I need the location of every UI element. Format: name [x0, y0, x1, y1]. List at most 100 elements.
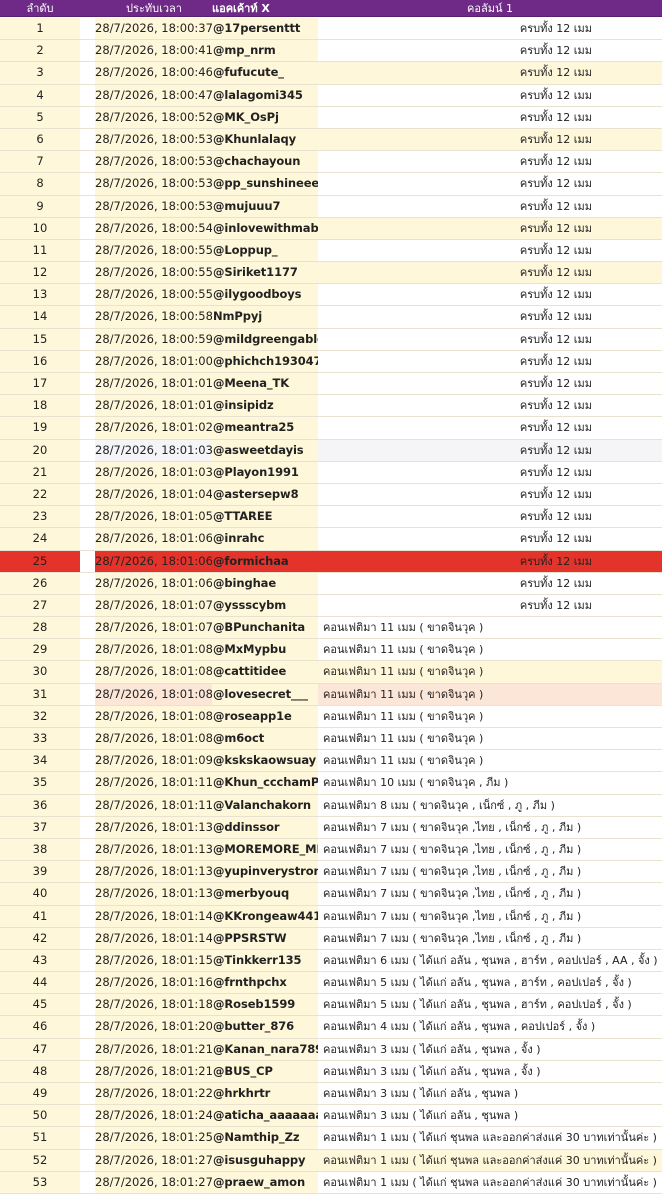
cell-column-1[interactable]: ครบทั้ง 12 เมม	[318, 328, 662, 350]
table-row[interactable]: 28 28/7/2026, 18:01:07 @BPunchanita คอนเฟติ…	[0, 617, 662, 640]
cell-no[interactable]: 37	[0, 816, 80, 838]
cell-account[interactable]: @ilygoodboys	[212, 284, 318, 306]
cell-timestamp[interactable]: 28/7/2026, 18:01:08	[95, 728, 212, 750]
cell-column-1[interactable]: คอนเฟติมา 3 เมม ( ได้แก่ อลัน , ชุนพล )	[318, 1105, 662, 1127]
table-row[interactable]: 41 28/7/2026, 18:01:14 @KKrongeaw4413 คอนเฟ…	[0, 905, 662, 928]
cell-column-1[interactable]: ครบทั้ง 12 เมม	[318, 84, 662, 106]
table-row[interactable]: 7 28/7/2026, 18:00:53 @chachayoun ครบทั้ง 1…	[0, 151, 662, 174]
cell-column-1[interactable]: คอนเฟติมา 7 เมม ( ขาดจินวุค ,ไทย , เน็กซ…	[318, 883, 662, 905]
table-row[interactable]: 47 28/7/2026, 18:01:21 @Kanan_nara789 คอนเฟ…	[0, 1038, 662, 1061]
cell-account[interactable]: @17persenttt	[212, 18, 318, 40]
table-row[interactable]: 38 28/7/2026, 18:01:13 @MOREMORE_MM คอนเฟติ…	[0, 838, 662, 862]
header-account[interactable]: แอคเค้าท์ X	[212, 0, 318, 17]
cell-column-1[interactable]: คอนเฟติมา 5 เมม ( ได้แก่ อลัน , ชุนพล , …	[318, 994, 662, 1016]
cell-no[interactable]: 41	[0, 905, 80, 927]
cell-no[interactable]: 35	[0, 772, 80, 794]
cell-account[interactable]: @Namthip_Zz	[212, 1127, 318, 1149]
cell-column-1[interactable]: คอนเฟติมา 4 เมม ( ได้แก่ อลัน , ชุนพล , …	[318, 1016, 662, 1038]
cell-account[interactable]: @inlovewithmaboo	[212, 217, 318, 239]
table-row[interactable]: 27 28/7/2026, 18:01:07 @yssscybm ครบทั้ง 12…	[0, 594, 662, 618]
table-row[interactable]: 36 28/7/2026, 18:01:11 @Valanchakorn คอนเฟต…	[0, 794, 662, 817]
table-row[interactable]: 45 28/7/2026, 18:01:18 @Roseb1599 คอนเฟติมา…	[0, 994, 662, 1017]
table-row[interactable]: 5 28/7/2026, 18:00:52 @MK_OsPj ครบทั้ง 12 เ…	[0, 106, 662, 129]
cell-timestamp[interactable]: 28/7/2026, 18:01:21	[95, 1060, 212, 1082]
cell-column-1[interactable]: ครบทั้ง 12 เมม	[318, 483, 662, 506]
cell-timestamp[interactable]: 28/7/2026, 18:01:16	[95, 972, 212, 994]
cell-column-1[interactable]: คอนเฟติมา 8 เมม ( ขาดจินวุค , เน็กซ์ , ภ…	[318, 794, 662, 816]
cell-account[interactable]: @BPunchanita	[212, 617, 318, 639]
table-row[interactable]: 31 28/7/2026, 18:01:08 @lovesecret___ คอนเฟ…	[0, 683, 662, 706]
cell-timestamp[interactable]: 28/7/2026, 18:01:01	[95, 373, 212, 395]
cell-account[interactable]: @binghae	[212, 572, 318, 594]
header-timestamp[interactable]: ประทับเวลา	[95, 0, 213, 17]
cell-timestamp[interactable]: 28/7/2026, 18:01:13	[95, 838, 212, 861]
cell-timestamp[interactable]: 28/7/2026, 18:01:09	[95, 750, 212, 772]
cell-account[interactable]: @PPSRSTW	[212, 927, 318, 949]
cell-timestamp[interactable]: 28/7/2026, 18:00:59	[95, 328, 212, 350]
table-row[interactable]: 23 28/7/2026, 18:01:05 @TTAREE ครบทั้ง 12 เ…	[0, 506, 662, 529]
header-no[interactable]: ลำดับ	[0, 0, 80, 17]
table-row[interactable]: 34 28/7/2026, 18:01:09 @kskskaowsuay คอนเฟต…	[0, 750, 662, 773]
cell-no[interactable]: 52	[0, 1149, 80, 1171]
table-row[interactable]: 16 28/7/2026, 18:01:00@phichch19304731ครบ…	[0, 350, 662, 373]
cell-column-1[interactable]: คอนเฟติมา 7 เมม ( ขาดจินวุค ,ไทย , เน็กซ…	[318, 927, 662, 949]
cell-column-1[interactable]: คอนเฟติมา 3 เมม ( ได้แก่ อลัน , ชุนพล , …	[318, 1038, 662, 1060]
table-row[interactable]: 22 28/7/2026, 18:01:04 @astersepw8 ครบทั้ง …	[0, 483, 662, 507]
cell-no[interactable]: 20	[0, 439, 80, 461]
cell-timestamp[interactable]: 28/7/2026, 18:01:20	[95, 1016, 212, 1038]
cell-account[interactable]: @insipidz	[212, 395, 318, 417]
cell-account[interactable]: @isusguhappy	[212, 1149, 318, 1171]
cell-no[interactable]: 26	[0, 572, 80, 594]
table-row[interactable]: 26 28/7/2026, 18:01:06 @binghae ครบทั้ง 12 …	[0, 572, 662, 595]
cell-no[interactable]: 47	[0, 1038, 80, 1060]
cell-no[interactable]: 2	[0, 40, 80, 62]
cell-no[interactable]: 17	[0, 373, 80, 395]
cell-column-1[interactable]: ครบทั้ง 12 เมม	[318, 550, 662, 572]
cell-account[interactable]: @butter_876	[212, 1016, 318, 1038]
cell-column-1[interactable]: ครบทั้ง 12 เมม	[318, 217, 662, 239]
cell-account[interactable]: @merbyouq	[212, 883, 318, 905]
cell-account[interactable]: @lovesecret___	[212, 683, 318, 705]
table-row[interactable]: 51 28/7/2026, 18:01:25 @Namthip_Zz คอนเฟติม…	[0, 1127, 662, 1150]
cell-column-1[interactable]: ครบทั้ง 12 เมม	[318, 151, 662, 173]
cell-no[interactable]: 46	[0, 1016, 80, 1038]
cell-account[interactable]: @frnthpchx	[212, 972, 318, 994]
cell-no[interactable]: 5	[0, 106, 80, 128]
cell-timestamp[interactable]: 28/7/2026, 18:01:02	[95, 417, 212, 439]
cell-column-1[interactable]: ครบทั้ง 12 เมม	[318, 128, 662, 151]
cell-account[interactable]: @Siriket1177	[212, 262, 318, 284]
cell-column-1[interactable]: ครบทั้ง 12 เมม	[318, 40, 662, 62]
cell-no[interactable]: 53	[0, 1171, 80, 1193]
cell-account[interactable]: @Playon1991	[212, 461, 318, 483]
cell-account[interactable]: @Khunlalaqy	[212, 128, 318, 151]
cell-column-1[interactable]: คอนเฟติมา 7 เมม ( ขาดจินวุค ,ไทย , เน็กซ…	[318, 861, 662, 883]
cell-timestamp[interactable]: 28/7/2026, 18:00:53	[95, 195, 212, 217]
table-row[interactable]: 18 28/7/2026, 18:01:01 @insipidz ครบทั้ง 12…	[0, 395, 662, 418]
cell-column-1[interactable]: ครบทั้ง 12 เมม	[318, 417, 662, 439]
table-row[interactable]: 20 28/7/2026, 18:01:03 @asweetdayis ครบทั้ง…	[0, 439, 662, 462]
cell-column-1[interactable]: ครบทั้ง 12 เมม	[318, 306, 662, 328]
cell-column-1[interactable]: ครบทั้ง 12 เมม	[318, 528, 662, 550]
cell-account[interactable]: @MK_OsPj	[212, 106, 318, 128]
table-row[interactable]: 42 28/7/2026, 18:01:14 @PPSRSTW คอนเฟติมา 7…	[0, 927, 662, 950]
cell-no[interactable]: 36	[0, 794, 80, 816]
table-row[interactable]: 1 28/7/2026, 18:00:37 @17persenttt ครบทั้ง …	[0, 18, 662, 41]
cell-column-1[interactable]: คอนเฟติมา 10 เมม ( ขาดจินวุค , ภีม )	[318, 772, 662, 794]
cell-timestamp[interactable]: 28/7/2026, 18:01:06	[95, 528, 212, 550]
table-row[interactable]: 24 28/7/2026, 18:01:06 @inrahc ครบทั้ง 12 เ…	[0, 528, 662, 551]
cell-column-1[interactable]: ครบทั้ง 12 เมม	[318, 395, 662, 417]
cell-no[interactable]: 24	[0, 528, 80, 550]
cell-no[interactable]: 22	[0, 483, 80, 506]
table-row[interactable]: 6 28/7/2026, 18:00:53 @Khunlalaqy ครบทั้ง 1…	[0, 128, 662, 152]
cell-no[interactable]: 32	[0, 705, 80, 727]
cell-account[interactable]: @Roseb1599	[212, 994, 318, 1016]
cell-timestamp[interactable]: 28/7/2026, 18:01:08	[95, 661, 212, 683]
cell-no[interactable]: 43	[0, 949, 80, 972]
table-row[interactable]: 52 28/7/2026, 18:01:27 @isusguhappy คอนเฟติ…	[0, 1149, 662, 1172]
cell-account[interactable]: @formichaa	[212, 550, 318, 572]
cell-no[interactable]: 23	[0, 506, 80, 528]
cell-account[interactable]: @pp_sunshineee	[212, 173, 318, 195]
cell-column-1[interactable]: ครบทั้ง 12 เมม	[318, 572, 662, 594]
cell-timestamp[interactable]: 28/7/2026, 18:00:58	[95, 306, 212, 328]
cell-no[interactable]: 29	[0, 639, 80, 661]
